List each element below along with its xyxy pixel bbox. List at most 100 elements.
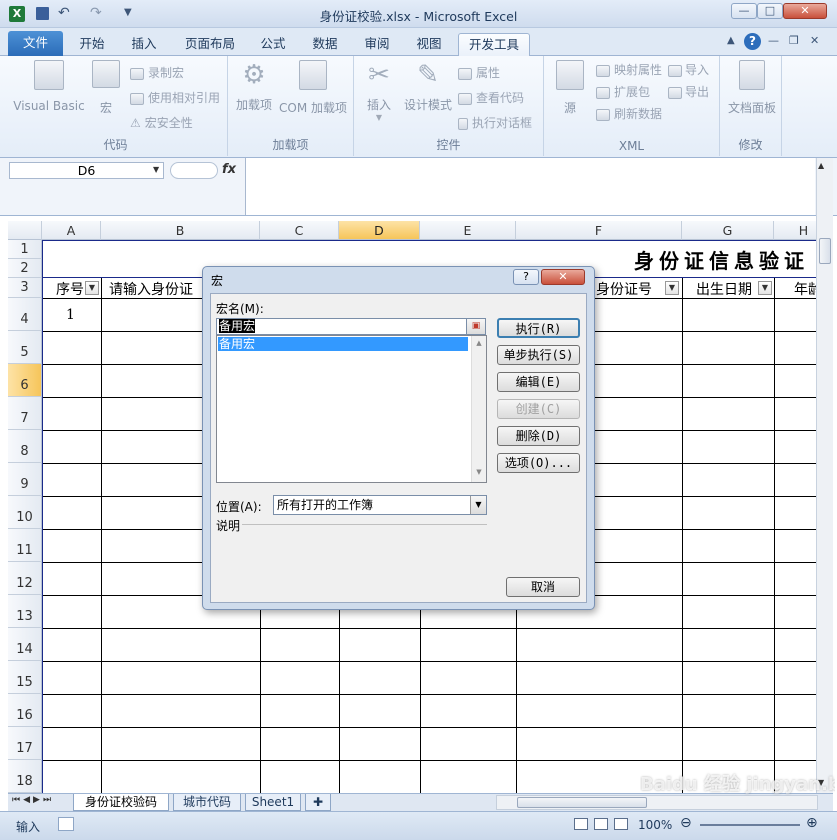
row-header-12[interactable]: 12 [8, 562, 42, 595]
name-box[interactable]: D6 [9, 162, 164, 179]
ribbon-collapse-icon[interactable]: ▲ [727, 35, 735, 46]
run-dialog-button[interactable]: 执行对话框 [458, 114, 532, 131]
row-header-11[interactable]: 11 [8, 529, 42, 562]
column-header-g[interactable]: G [682, 221, 774, 240]
insert-control-button[interactable]: ✂ 插入 ▼ [360, 60, 398, 122]
sheet-tab-sheet1[interactable]: Sheet1 [245, 794, 301, 811]
scroll-thumb[interactable] [819, 238, 831, 264]
zoom-out-icon[interactable]: ⊖ [680, 815, 692, 831]
zoom-slider[interactable] [700, 824, 800, 826]
document-panel-button[interactable]: 文档面板 [724, 60, 780, 116]
dialog-close-button[interactable]: ✕ [541, 269, 585, 285]
close-button[interactable]: ✕ [783, 3, 827, 19]
column-header-d[interactable]: D [339, 221, 420, 240]
tab-page-layout[interactable]: 页面布局 [174, 33, 246, 56]
cancel-button[interactable]: 取消 [506, 577, 580, 597]
row-header-14[interactable]: 14 [8, 628, 42, 661]
row-header-3[interactable]: 3 [8, 278, 42, 298]
visual-basic-button[interactable]: Visual Basic [10, 60, 88, 113]
filter-dropdown-g[interactable]: ▼ [758, 281, 772, 295]
zoom-in-icon[interactable]: ⊕ [806, 815, 818, 831]
xml-import-button[interactable]: 导入 [668, 61, 709, 78]
com-addins-button[interactable]: COM 加载项 [276, 60, 350, 116]
row-header-18[interactable]: 18 [8, 760, 42, 793]
row-header-5[interactable]: 5 [8, 331, 42, 364]
zoom-level[interactable]: 100% [638, 818, 672, 832]
create-button[interactable]: 创建(C) [497, 399, 580, 419]
normal-view-icon[interactable] [574, 818, 588, 830]
record-macro-button[interactable]: 录制宏 [130, 64, 184, 81]
doc-restore-icon[interactable]: ❐ [789, 34, 799, 47]
row-header-2[interactable]: 2 [8, 259, 42, 278]
page-layout-view-icon[interactable] [594, 818, 608, 830]
addins-button[interactable]: ⚙ 加载项 [232, 60, 276, 113]
tab-view[interactable]: 视图 [406, 33, 452, 56]
delete-button[interactable]: 删除(D) [497, 426, 580, 446]
column-header-a[interactable]: A [42, 221, 101, 240]
filter-dropdown-a[interactable]: ▼ [85, 281, 99, 295]
macro-record-status-icon[interactable] [58, 817, 74, 831]
view-code-button[interactable]: 查看代码 [458, 89, 524, 106]
list-scroll-down-icon[interactable]: ▼ [472, 468, 486, 476]
options-button[interactable]: 选项(O)... [497, 453, 580, 473]
tab-formulas[interactable]: 公式 [250, 33, 296, 56]
macro-list[interactable]: 备用宏 ▲ ▼ [216, 335, 487, 483]
scroll-up-icon[interactable]: ▲ [818, 161, 824, 170]
refresh-data-button[interactable]: 刷新数据 [596, 105, 662, 122]
row-header-10[interactable]: 10 [8, 496, 42, 529]
row-header-4[interactable]: 4 [8, 298, 42, 331]
macro-list-item[interactable]: 备用宏 [218, 337, 468, 351]
row-header-1[interactable]: 1 [8, 240, 42, 259]
row-header-7[interactable]: 7 [8, 397, 42, 430]
vertical-scrollbar[interactable]: ▲ ▼ [816, 158, 833, 793]
cell-a4[interactable]: 1 [66, 307, 75, 323]
collapse-dialog-icon[interactable]: ▣ [466, 318, 486, 335]
run-button[interactable]: 执行(R) [497, 318, 580, 338]
formula-input[interactable] [245, 158, 815, 215]
page-break-view-icon[interactable] [614, 818, 628, 830]
step-into-button[interactable]: 单步执行(S) [497, 345, 580, 365]
row-header-9[interactable]: 9 [8, 463, 42, 496]
doc-close-icon[interactable]: ✕ [810, 34, 819, 47]
filter-dropdown-f[interactable]: ▼ [665, 281, 679, 295]
h-scroll-thumb[interactable] [517, 797, 647, 808]
tab-file[interactable]: 文件 [8, 31, 63, 56]
properties-button[interactable]: 属性 [458, 64, 500, 81]
minimize-button[interactable]: — [731, 3, 757, 19]
help-icon[interactable]: ? [744, 33, 761, 50]
row-header-6[interactable]: 6 [8, 364, 42, 397]
row-header-16[interactable]: 16 [8, 694, 42, 727]
tab-data[interactable]: 数据 [302, 33, 348, 56]
new-sheet-icon[interactable]: ✚ [305, 794, 331, 811]
relative-ref-button[interactable]: 使用相对引用 [130, 89, 220, 106]
tab-insert[interactable]: 插入 [120, 33, 168, 56]
macro-security-button[interactable]: ⚠ 宏安全性 [130, 114, 193, 131]
dialog-help-button[interactable]: ? [513, 269, 539, 285]
column-header-b[interactable]: B [101, 221, 260, 240]
maximize-button[interactable]: □ [757, 3, 783, 19]
insert-function-button[interactable]: fx [222, 162, 236, 177]
expansion-pack-button[interactable]: 扩展包 [596, 83, 650, 100]
design-mode-button[interactable]: ✎ 设计模式 [402, 60, 454, 113]
tab-home[interactable]: 开始 [68, 33, 116, 56]
name-box-dropdown-icon[interactable]: ▼ [153, 165, 159, 174]
sheet-tab-city-code[interactable]: 城市代码 [173, 794, 241, 811]
column-header-c[interactable]: C [260, 221, 339, 240]
row-header-17[interactable]: 17 [8, 727, 42, 760]
location-dropdown-icon[interactable]: ▼ [470, 496, 486, 514]
xml-source-button[interactable]: 源 [550, 60, 590, 116]
macro-name-input[interactable]: 备用宏 [216, 318, 486, 335]
sheet-nav-icons[interactable]: ⏮◀▶⏭ [12, 795, 54, 805]
tab-review[interactable]: 审阅 [354, 33, 400, 56]
select-all-corner[interactable] [8, 221, 42, 240]
horizontal-scrollbar[interactable] [496, 795, 818, 810]
row-header-15[interactable]: 15 [8, 661, 42, 694]
macros-button[interactable]: 宏 [90, 60, 122, 116]
list-scrollbar[interactable]: ▲ ▼ [471, 336, 486, 482]
row-header-8[interactable]: 8 [8, 430, 42, 463]
column-header-h[interactable]: H [774, 221, 816, 240]
column-header-f[interactable]: F [516, 221, 682, 240]
tab-developer[interactable]: 开发工具 [458, 33, 530, 56]
location-select[interactable]: 所有打开的工作簿 [273, 495, 487, 515]
doc-minimize-icon[interactable]: — [768, 34, 779, 47]
